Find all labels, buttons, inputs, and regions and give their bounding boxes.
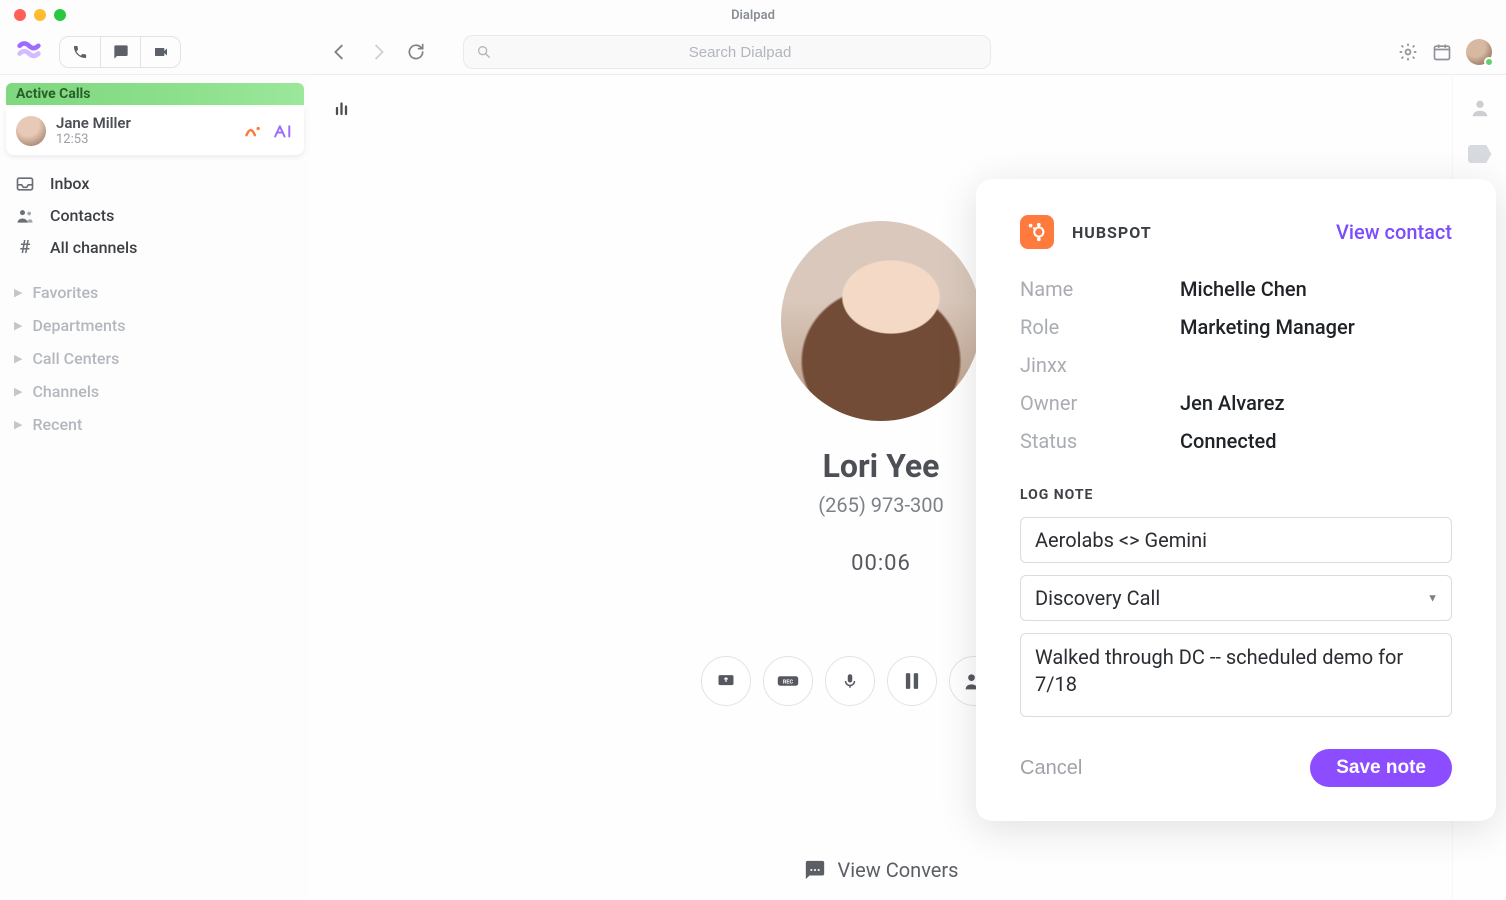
call-duration: 12:53 [56,132,131,148]
caller-phone-number: (265) 973-300 [818,493,943,517]
note-type-select[interactable] [1020,575,1452,621]
window-title: Dialpad [0,8,1506,23]
sidebar-section-call-centers[interactable]: ▶Call Centers [6,347,304,370]
hs-label-company: Jinxx [1020,353,1140,377]
sidebar-item-inbox[interactable]: Inbox [6,169,304,199]
sidebar-sections: ▶Favorites ▶Departments ▶Call Centers ▶C… [6,281,304,436]
chat-button[interactable] [100,37,140,67]
hs-value-name: Michelle Chen [1180,277,1452,301]
active-calls-header: Active Calls [6,83,304,105]
conversation-icon [804,859,826,881]
sidebar-item-contacts[interactable]: Contacts [6,201,304,231]
analytics-icon[interactable] [334,99,352,117]
hubspot-brand-label: HUBSPOT [1072,223,1152,242]
sidebar-section-departments[interactable]: ▶Departments [6,314,304,337]
hubspot-logo-icon [1020,215,1054,249]
video-button[interactable] [140,37,180,67]
calendar-icon[interactable] [1432,42,1452,62]
sidebar-section-recent[interactable]: ▶Recent [6,413,304,436]
caller-avatar-large [781,221,981,421]
sidebar-item-label: Inbox [50,174,89,193]
caret-right-icon: ▶ [14,319,22,332]
hs-value-owner: Jen Alvarez [1180,391,1452,415]
search-icon [476,44,492,60]
contacts-icon [14,205,36,227]
sidebar-section-favorites[interactable]: ▶Favorites [6,281,304,304]
save-note-button[interactable]: Save note [1310,749,1452,787]
window-controls [14,9,66,21]
nav-icon-group [329,41,427,63]
search-bar[interactable] [463,35,991,69]
caret-right-icon: ▶ [14,352,22,365]
active-call-item[interactable]: Jane Miller 12:53 [6,107,304,155]
refresh-button[interactable] [405,41,427,63]
contact-details-icon[interactable] [1469,97,1491,119]
toolbar-right [1398,39,1492,65]
call-timer: 00:06 [851,551,911,576]
hs-label-status: Status [1020,429,1140,453]
sidebar-section-channels[interactable]: ▶Channels [6,380,304,403]
hs-value-role: Marketing Manager [1180,315,1452,339]
forward-button[interactable] [367,41,389,63]
tag-icon[interactable] [1468,145,1492,163]
settings-icon[interactable] [1398,42,1418,62]
view-conversation-button[interactable]: View Convers [804,858,959,882]
hash-icon: # [14,237,36,259]
hubspot-panel: HUBSPOT View contact Name Michelle Chen … [976,179,1496,821]
maximize-window-button[interactable] [54,9,66,21]
record-button[interactable]: REC [763,656,813,706]
communication-mode-group [59,36,181,68]
ai-badge-icon [272,123,294,139]
voice-ai-icon [244,123,264,139]
note-subject-input[interactable] [1020,517,1452,563]
sidebar: Active Calls Jane Miller 12:53 Inbox Con… [0,75,310,900]
sidebar-item-all-channels[interactable]: # All channels [6,233,304,263]
share-screen-button[interactable] [701,656,751,706]
window-titlebar: Dialpad [0,0,1506,30]
caller-avatar-small [16,116,46,146]
caret-right-icon: ▶ [14,418,22,431]
toolbar [0,30,1506,75]
phone-button[interactable] [60,37,100,67]
hs-label-owner: Owner [1020,391,1140,415]
sidebar-item-label: Contacts [50,206,114,225]
log-note-heading: LOG NOTE [1020,487,1452,503]
presence-indicator [1484,57,1494,67]
inbox-icon [14,173,36,195]
search-input[interactable] [502,44,978,61]
caret-right-icon: ▶ [14,286,22,299]
hold-button[interactable] [887,656,937,706]
svg-text:REC: REC [783,679,794,685]
close-window-button[interactable] [14,9,26,21]
hs-value-company [1180,353,1452,377]
note-body-textarea[interactable] [1020,633,1452,717]
caller-display-name: Lori Yee [823,447,940,485]
hubspot-contact-details: Name Michelle Chen Role Marketing Manage… [1020,277,1452,453]
hs-value-status: Connected [1180,429,1452,453]
hs-label-role: Role [1020,315,1140,339]
user-avatar[interactable] [1466,39,1492,65]
dialpad-logo [13,40,45,64]
hs-label-name: Name [1020,277,1140,301]
caret-right-icon: ▶ [14,385,22,398]
mute-button[interactable] [825,656,875,706]
back-button[interactable] [329,41,351,63]
minimize-window-button[interactable] [34,9,46,21]
caller-name: Jane Miller [56,114,131,132]
sidebar-item-label: All channels [50,238,137,257]
view-contact-link[interactable]: View contact [1336,220,1452,244]
cancel-button[interactable]: Cancel [1020,757,1082,780]
